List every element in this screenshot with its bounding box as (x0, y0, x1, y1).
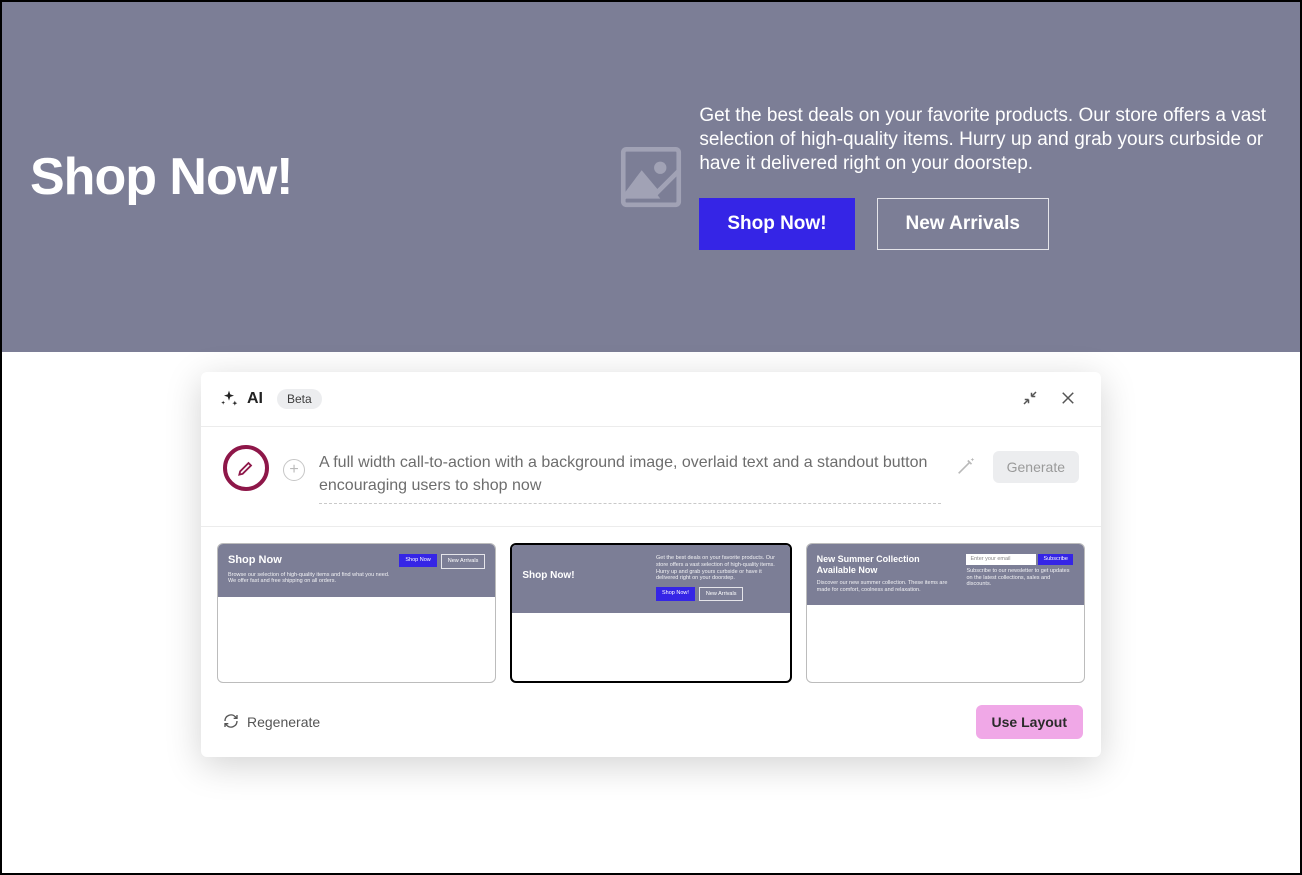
ai-text: AI (247, 390, 263, 408)
generate-button[interactable]: Generate (993, 451, 1079, 483)
hero-left: Shop Now! (30, 147, 601, 207)
beta-badge: Beta (277, 389, 322, 409)
layout1-btn-primary: Shop Now (399, 554, 436, 567)
layout2-desc: Get the best deals on your favorite prod… (656, 555, 780, 581)
hero-buttons: Shop Now! New Arrivals (699, 198, 1272, 250)
layout-option-2[interactable]: Shop Now! Get the best deals on your fav… (510, 543, 791, 683)
ai-label: AI Beta (219, 389, 322, 409)
close-icon (1059, 389, 1077, 410)
regenerate-button[interactable]: Regenerate (223, 713, 320, 732)
layout1-btn-secondary: New Arrivals (441, 554, 486, 569)
prompt-text[interactable]: A full width call-to-action with a backg… (319, 451, 941, 497)
hero-right: Get the best deals on your favorite prod… (641, 104, 1272, 251)
layouts-row: Shop Now Browse our selection of high-qu… (201, 527, 1101, 693)
hero-section: Shop Now! Get the best deals on your fav… (2, 2, 1300, 352)
layout1-title: Shop Now (228, 554, 393, 567)
wand-icon[interactable] (955, 455, 979, 479)
minimize-button[interactable] (1015, 384, 1045, 414)
layout2-btn-secondary: New Arrivals (699, 587, 744, 602)
sparkle-icon (219, 389, 239, 409)
edit-mode-icon[interactable] (223, 445, 269, 491)
layout3-desc: Discover our new summer collection. Thes… (817, 580, 957, 593)
layout1-desc: Browse our selection of high-quality ite… (228, 572, 393, 585)
image-placeholder-icon (612, 140, 690, 214)
layout2-btn-primary: Shop Now! (656, 587, 695, 602)
hero-title: Shop Now! (30, 147, 293, 207)
new-arrivals-button[interactable]: New Arrivals (877, 198, 1049, 250)
add-button[interactable]: + (283, 459, 305, 481)
regenerate-label: Regenerate (247, 714, 320, 730)
minimize-icon (1021, 389, 1039, 410)
ai-panel-header: AI Beta (201, 372, 1101, 427)
prompt-input[interactable]: A full width call-to-action with a backg… (319, 451, 941, 504)
shop-now-button[interactable]: Shop Now! (699, 198, 854, 250)
layout2-title: Shop Now! (522, 570, 574, 582)
plus-icon: + (289, 461, 298, 479)
refresh-icon (223, 713, 239, 732)
layout-option-3[interactable]: New Summer Collection Available Now Disc… (806, 543, 1085, 683)
hero-description: Get the best deals on your favorite prod… (699, 104, 1272, 177)
close-button[interactable] (1053, 384, 1083, 414)
ai-panel: AI Beta + (201, 372, 1101, 757)
layout3-subscribe-button: Subscribe (1038, 554, 1072, 565)
layout3-title: New Summer Collection Available Now (817, 554, 957, 576)
ai-prompt-row: + A full width call-to-action with a bac… (201, 427, 1101, 527)
use-layout-button[interactable]: Use Layout (976, 705, 1083, 739)
layout-option-1[interactable]: Shop Now Browse our selection of high-qu… (217, 543, 496, 683)
layout3-sub-desc: Subscribe to our newsletter to get updat… (966, 568, 1074, 588)
ai-panel-footer: Regenerate Use Layout (201, 693, 1101, 757)
layout3-email-input: Enter your email (966, 554, 1036, 565)
